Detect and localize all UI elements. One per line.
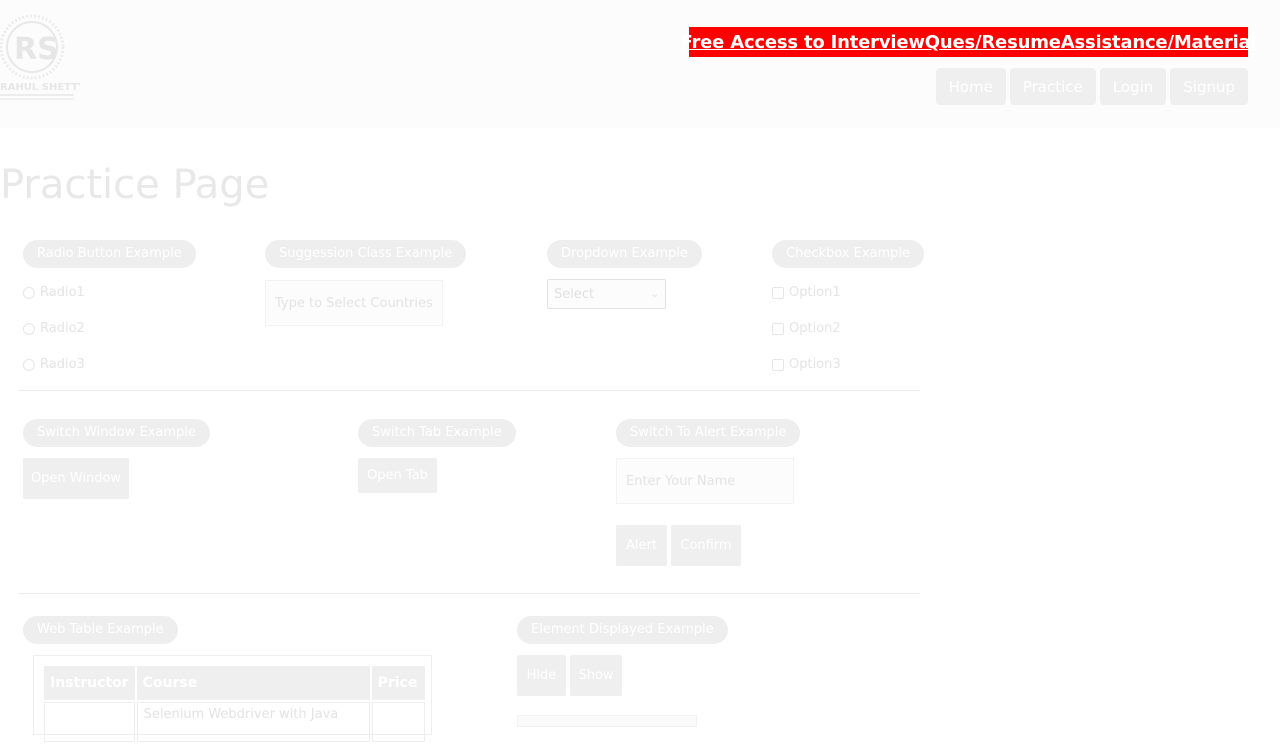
page-title: Practice Page [0, 162, 270, 208]
checkbox-section-title: Checkbox Example [772, 240, 925, 268]
element-displayed-title: Element Displayed Example [517, 616, 728, 644]
nav-home-button[interactable]: Home [935, 68, 1006, 105]
table-header-instructor: Instructor [44, 666, 135, 700]
open-window-button[interactable]: Open Window [23, 458, 129, 499]
logo-icon: RS RAHUL SHETTY [0, 14, 86, 100]
table-cell [371, 702, 425, 742]
checkbox-label: Option1 [789, 285, 841, 300]
radio-section-title: Radio Button Example [23, 240, 196, 268]
table-header-row: Instructor Course Price [44, 666, 425, 700]
nav-login-button[interactable]: Login [1099, 68, 1167, 105]
radio-label: Radio1 [40, 285, 85, 300]
table-cell: Selenium Webdriver with Java [136, 702, 370, 742]
nav-practice-button[interactable]: Practice [1009, 68, 1096, 105]
show-button[interactable]: Show [570, 655, 622, 696]
radio-label: Radio3 [40, 357, 85, 372]
radio-circle[interactable] [23, 322, 35, 335]
chevron-down-icon: ⌄ [650, 288, 659, 300]
confirm-button[interactable]: Confirm [671, 525, 741, 566]
site-header: RS RAHUL SHETTY Free Access to Interview… [0, 0, 1280, 128]
open-tab-button[interactable]: Open Tab [358, 458, 437, 493]
checkbox-label: Option3 [789, 357, 841, 372]
checkbox-option-3[interactable]: Option3 [772, 357, 841, 372]
checkbox[interactable] [772, 322, 784, 335]
displayed-text-input[interactable] [517, 715, 697, 727]
autocomplete-input[interactable]: Type to Select Countries [265, 280, 443, 326]
radio-circle[interactable] [23, 358, 35, 371]
promo-banner: Free Access to InterviewQues/ResumeAssis… [681, 27, 1257, 57]
dropdown-section-title: Dropdown Example [547, 240, 702, 268]
main-nav: Home Practice Login Signup [935, 68, 1248, 105]
name-input[interactable]: Enter Your Name [616, 458, 794, 504]
svg-text:RS: RS [14, 32, 59, 67]
web-table-container: Instructor Course Price Selenium Webdriv… [33, 655, 432, 742]
table-cell [44, 702, 135, 742]
hide-button[interactable]: Hide [517, 655, 566, 696]
checkbox[interactable] [772, 358, 784, 371]
nav-signup-button[interactable]: Signup [1170, 68, 1248, 105]
radio-option-3[interactable]: Radio3 [23, 357, 85, 372]
suggestion-section-title: Suggession Class Example [265, 240, 467, 268]
switch-tab-title: Switch Tab Example [358, 419, 516, 447]
table-row: Selenium Webdriver with Java [44, 702, 425, 742]
section-divider [19, 390, 920, 391]
section-divider [19, 593, 920, 594]
checkbox-option-2[interactable]: Option2 [772, 321, 841, 336]
logo-text: RAHUL SHETTY [0, 82, 80, 93]
logo[interactable]: RS RAHUL SHETTY [0, 12, 86, 102]
radio-option-1[interactable]: Radio1 [23, 285, 85, 300]
table-header-course: Course [136, 666, 370, 700]
web-table-title: Web Table Example [23, 616, 178, 644]
table-header-price: Price [371, 666, 425, 700]
checkbox-label: Option2 [789, 321, 841, 336]
web-table: Instructor Course Price Selenium Webdriv… [42, 664, 427, 744]
alert-button[interactable]: Alert [616, 525, 667, 566]
alert-section-title: Switch To Alert Example [616, 419, 801, 447]
promo-link[interactable]: Free Access to InterviewQues/ResumeAssis… [681, 32, 1257, 53]
radio-label: Radio2 [40, 321, 85, 336]
switch-window-title: Switch Window Example [23, 419, 210, 447]
radio-circle[interactable] [23, 286, 35, 299]
checkbox-option-1[interactable]: Option1 [772, 285, 841, 300]
radio-option-2[interactable]: Radio2 [23, 321, 85, 336]
checkbox[interactable] [772, 286, 784, 299]
dropdown-select[interactable]: Select ⌄ [547, 279, 666, 309]
dropdown-selected-value: Select [554, 286, 595, 302]
